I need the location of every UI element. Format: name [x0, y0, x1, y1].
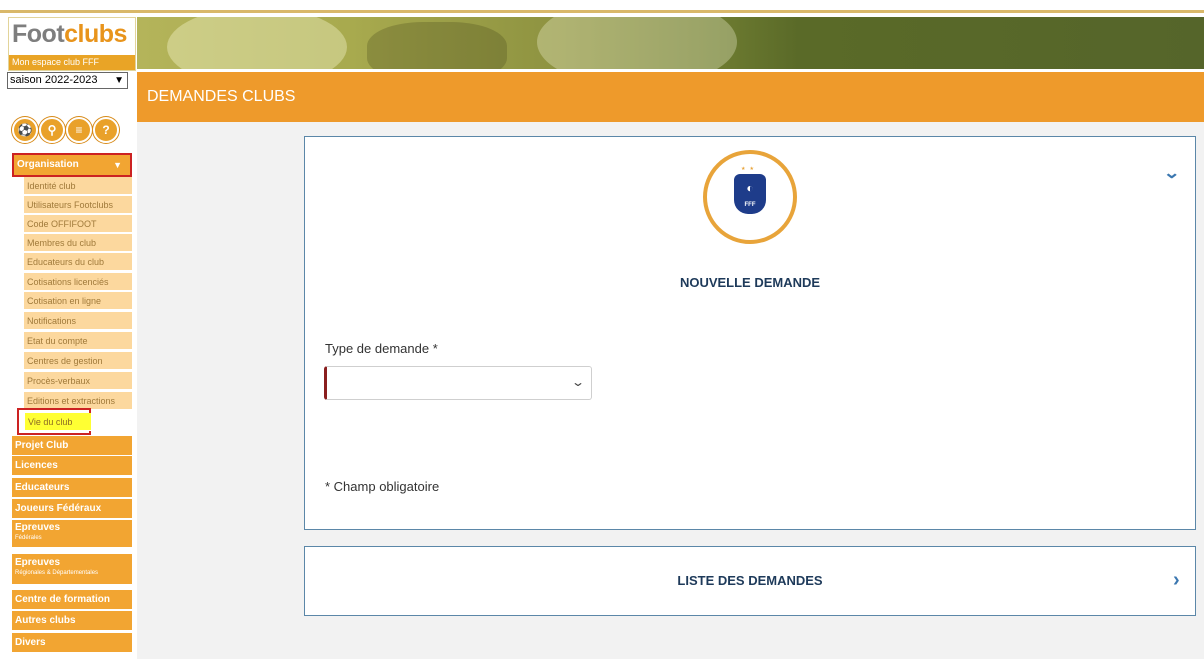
- logo-word-clubs: clubs: [64, 20, 127, 48]
- request-type-select[interactable]: ⌄: [324, 366, 592, 400]
- sidebar-item-label: Autres clubs: [15, 615, 76, 626]
- sidebar-subitem-proces-verbaux[interactable]: Procès-verbaux: [24, 372, 132, 390]
- page-header-bar: DEMANDES CLUBS: [137, 72, 1204, 122]
- sidebar-subitem-vie-du-club[interactable]: Vie du club: [25, 413, 91, 431]
- sidebar-item-label: Centre de formation: [15, 594, 111, 605]
- help-icon[interactable]: ?: [93, 117, 119, 143]
- sidebar-item-label: Projet Club: [15, 440, 69, 451]
- search-icon[interactable]: ⚲: [39, 117, 65, 143]
- sidebar-item-label: Epreuves: [15, 522, 61, 533]
- sidebar-item-organisation[interactable]: Organisation ▼: [12, 153, 132, 177]
- sidebar-subitem-cotisation-en-ligne[interactable]: Cotisation en ligne: [24, 292, 132, 310]
- star-icon: ★★: [741, 166, 758, 172]
- sidebar-item-joueurs-federaux[interactable]: Joueurs Fédéraux: [12, 499, 132, 518]
- required-field-note: * Champ obligatoire: [325, 479, 440, 494]
- chevron-down-icon: ▼: [113, 160, 122, 170]
- sidebar-subitem-membres-du-club[interactable]: Membres du club: [24, 234, 132, 252]
- fff-badge-text: FFF: [744, 202, 756, 208]
- sidebar-subitem-centres-de-gestion[interactable]: Centres de gestion: [24, 352, 132, 370]
- sidebar-subitem-etat-du-compte[interactable]: Etat du compte: [24, 332, 132, 350]
- sidebar-subitem-utilisateurs-footclubs[interactable]: Utilisateurs Footclubs: [24, 196, 132, 214]
- chevron-down-icon: ⌄: [570, 375, 586, 389]
- new-request-heading: NOUVELLE DEMANDE: [679, 275, 821, 290]
- ball-icon[interactable]: ⚽: [12, 117, 38, 143]
- sidebar-item-centre-de-formation[interactable]: Centre de formation: [12, 590, 132, 609]
- chevron-down-icon: ▼: [114, 75, 124, 86]
- sidebar-item-educateurs[interactable]: Educateurs: [12, 478, 132, 497]
- top-rule: [0, 10, 1204, 13]
- sidebar-item-epreuves-regionales[interactable]: Epreuves Régionales & Départementales: [12, 554, 132, 584]
- season-value: saison 2022-2023: [10, 74, 98, 86]
- sidebar-item-label: Divers: [15, 637, 46, 648]
- sidebar-item-licences[interactable]: Licences: [12, 456, 132, 475]
- request-list-heading: LISTE DES DEMANDES: [677, 573, 823, 588]
- sidebar-item-label: Organisation: [17, 159, 79, 170]
- sidebar-item-divers[interactable]: Divers: [12, 633, 132, 652]
- sidebar-item-label: Epreuves: [15, 557, 61, 568]
- footclubs-logo[interactable]: Footclubs Mon espace club FFF: [8, 17, 136, 71]
- fff-badge: ★★ ◐ FFF: [703, 150, 797, 244]
- sidebar-item-sublabel: Régionales & Départementales: [15, 570, 99, 576]
- sidebar-item-label: Educateurs: [15, 482, 70, 493]
- sidebar-item-label: Licences: [15, 460, 58, 471]
- collapse-chevron-icon[interactable]: ⌄: [1163, 163, 1180, 183]
- season-select[interactable]: saison 2022-2023 ▼: [7, 72, 128, 89]
- sidebar-item-sublabel: Fédérales: [15, 535, 42, 541]
- document-icon[interactable]: ≡: [66, 117, 92, 143]
- sidebar-item-autres-clubs[interactable]: Autres clubs: [12, 611, 132, 630]
- sidebar-item-label: Joueurs Fédéraux: [15, 503, 102, 514]
- fff-shield-icon: ◐ FFF: [734, 174, 766, 214]
- page-title: DEMANDES CLUBS: [147, 88, 296, 105]
- request-list-card[interactable]: LISTE DES DEMANDES ›: [304, 546, 1196, 616]
- sidebar-subitem-identite-club[interactable]: Identité club: [24, 177, 132, 195]
- sidebar-item-projet-club[interactable]: Projet Club: [12, 436, 132, 455]
- header-banner: [137, 17, 1204, 69]
- logo-word-foot: Foot: [12, 20, 65, 48]
- sidebar-subitem-educateurs-du-club[interactable]: Educateurs du club: [24, 253, 132, 271]
- request-type-label: Type de demande *: [325, 341, 438, 356]
- top-stripe: [0, 0, 1204, 10]
- logo-tagline: Mon espace club FFF: [9, 55, 135, 70]
- new-request-card: ★★ ◐ FFF ⌄ NOUVELLE DEMANDE Type de dema…: [304, 136, 1196, 530]
- sidebar-subitem-notifications[interactable]: Notifications: [24, 312, 132, 330]
- sidebar-item-epreuves-federales[interactable]: Epreuves Fédérales: [12, 520, 132, 547]
- rooster-icon: ◐: [746, 181, 754, 195]
- sidebar-subitem-code-offifoot[interactable]: Code OFFIFOOT: [24, 215, 132, 233]
- chevron-right-icon[interactable]: ›: [1173, 569, 1180, 592]
- sidebar-subitem-cotisations-licencies[interactable]: Cotisations licenciés: [24, 273, 132, 291]
